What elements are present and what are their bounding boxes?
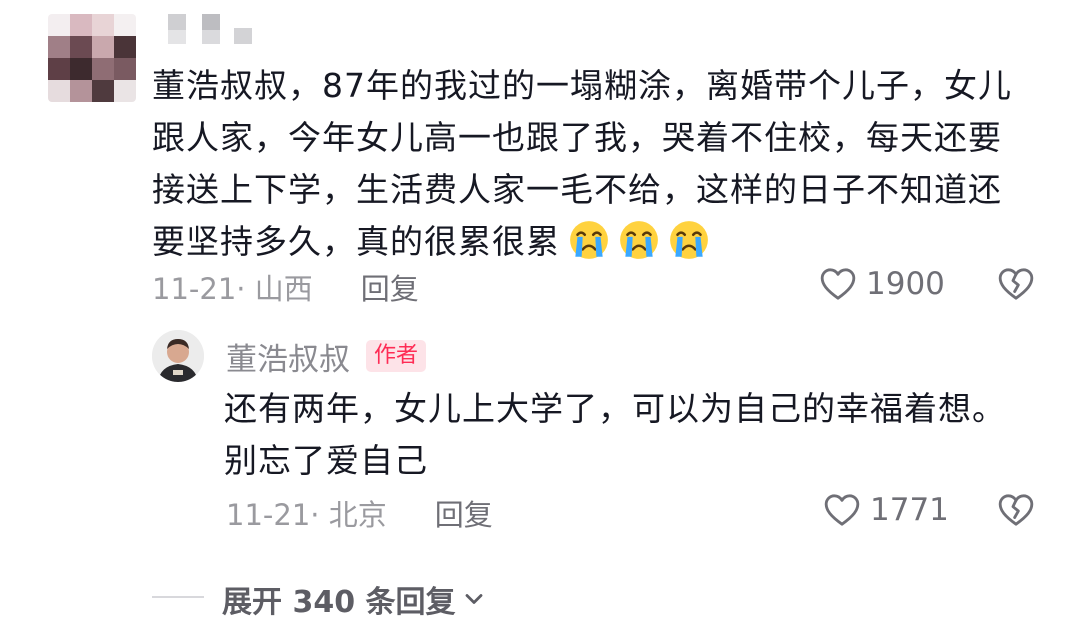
- reply-like-button[interactable]: 1771: [822, 490, 949, 530]
- author-avatar[interactable]: [152, 330, 204, 382]
- reply-like-count: 1771: [870, 492, 949, 528]
- reply-reply-button[interactable]: 回复: [435, 498, 493, 532]
- comment-text: 董浩叔叔，87年的我过的一塌糊涂，离婚带个儿子，女儿跟人家，今年女儿高一也跟了我…: [152, 60, 1032, 268]
- reply-date-location: 11-21· 北京: [226, 498, 387, 532]
- crying-emoji-icon: [620, 221, 658, 259]
- reply-dislike-button[interactable]: [996, 490, 1036, 534]
- reply-text: 还有两年，女儿上大学了，可以为自己的幸福着想。别忘了爱自己: [224, 389, 1006, 480]
- commenter-avatar[interactable]: [48, 14, 136, 102]
- expand-replies-label[interactable]: 展开 340 条回复: [222, 577, 456, 621]
- crying-emoji-icon: [670, 221, 708, 259]
- comment-like-button[interactable]: 1900: [818, 264, 945, 304]
- author-badge: 作者: [366, 340, 427, 372]
- comment-date-location: 11-21· 山西: [152, 272, 313, 306]
- heart-icon[interactable]: [818, 264, 858, 304]
- reply-meta: 11-21· 北京 回复: [226, 492, 493, 534]
- author-avatar-image: [152, 330, 204, 382]
- author-name[interactable]: 董浩叔叔: [226, 334, 350, 379]
- heart-icon[interactable]: [822, 490, 862, 530]
- chevron-down-icon[interactable]: [460, 585, 488, 613]
- broken-heart-icon[interactable]: [996, 264, 1036, 304]
- expand-divider: [152, 596, 204, 598]
- comment-meta: 11-21· 山西 回复: [152, 266, 419, 308]
- crying-emoji-icon: [570, 221, 608, 259]
- comment-dislike-button[interactable]: [996, 264, 1036, 308]
- comment-reply-button[interactable]: 回复: [361, 272, 419, 306]
- comment-like-count: 1900: [866, 266, 945, 302]
- broken-heart-icon[interactable]: [996, 490, 1036, 530]
- commenter-name-blurred[interactable]: [168, 14, 252, 48]
- expand-replies-button[interactable]: 展开 340 条回复: [222, 577, 488, 621]
